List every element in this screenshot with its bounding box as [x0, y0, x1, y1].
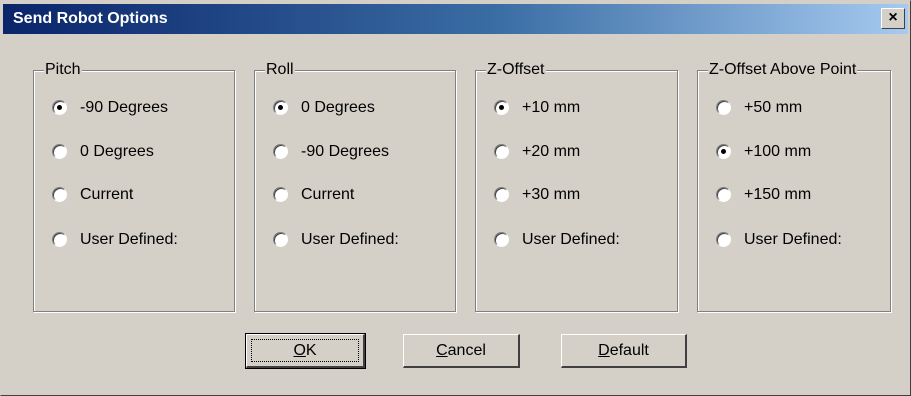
option-label: 0 Degrees [80, 143, 154, 160]
radio-button[interactable] [716, 187, 731, 202]
option-label: Current [301, 186, 355, 203]
ok-button-label: OK [293, 342, 316, 359]
cancel-label-rest: ancel [447, 342, 486, 359]
option-label: User Defined: [744, 231, 842, 248]
z-offset-above-point-group-label: Z-Offset Above Point [708, 60, 858, 80]
radio-button[interactable] [52, 100, 67, 115]
z-offset-group-label: Z-Offset [486, 60, 546, 80]
radio-button[interactable] [716, 100, 731, 115]
default-button-label: Default [598, 342, 649, 359]
roll-group: Roll 0 Degrees -90 Degrees Current User … [254, 60, 456, 312]
close-button[interactable]: × [881, 8, 905, 29]
radio-button[interactable] [716, 144, 731, 159]
ok-label-rest: K [305, 342, 317, 359]
radio-button[interactable] [52, 187, 67, 202]
radio-button[interactable] [716, 232, 731, 247]
option-label: +20 mm [522, 143, 581, 160]
default-label-rest: efault [609, 342, 649, 359]
option-label: -90 Degrees [80, 99, 169, 116]
radio-button[interactable] [273, 144, 288, 159]
option-label: +150 mm [744, 186, 812, 203]
option-label: +30 mm [522, 186, 581, 203]
radio-button[interactable] [273, 232, 288, 247]
option-label: 0 Degrees [301, 99, 375, 116]
z-offset-group: Z-Offset +10 mm +20 mm +30 mm User Defin… [475, 60, 678, 312]
title-bar[interactable]: Send Robot Options × [3, 4, 908, 34]
roll-group-label: Roll [265, 60, 295, 80]
radio-button[interactable] [494, 100, 509, 115]
radio-button[interactable] [494, 232, 509, 247]
z-offset-above-point-group: Z-Offset Above Point +50 mm +100 mm +150… [697, 60, 891, 312]
radio-button[interactable] [52, 144, 67, 159]
option-label: +50 mm [744, 99, 803, 116]
cancel-button[interactable]: Cancel [403, 334, 520, 368]
radio-button[interactable] [273, 187, 288, 202]
radio-button[interactable] [494, 187, 509, 202]
option-label: Current [80, 186, 134, 203]
ok-mnemonic: O [293, 342, 306, 359]
option-label: +100 mm [744, 143, 812, 160]
cancel-button-label: Cancel [436, 342, 486, 359]
option-label: User Defined: [522, 231, 620, 248]
cancel-mnemonic: C [436, 342, 448, 359]
default-mnemonic: D [598, 342, 610, 359]
close-icon: × [888, 9, 898, 26]
pitch-group-label: Pitch [44, 60, 82, 80]
ok-button[interactable]: OK [245, 333, 366, 369]
option-label: +10 mm [522, 99, 581, 116]
default-button[interactable]: Default [561, 334, 687, 368]
option-label: -90 Degrees [301, 143, 390, 160]
radio-button[interactable] [273, 100, 288, 115]
option-label: User Defined: [80, 231, 178, 248]
radio-button[interactable] [52, 232, 67, 247]
radio-button[interactable] [494, 144, 509, 159]
pitch-group: Pitch -90 Degrees 0 Degrees Current User… [33, 60, 235, 312]
dialog-window: Send Robot Options × Pitch -90 Degrees 0… [0, 0, 911, 396]
window-title: Send Robot Options [13, 10, 168, 27]
option-label: User Defined: [301, 231, 399, 248]
